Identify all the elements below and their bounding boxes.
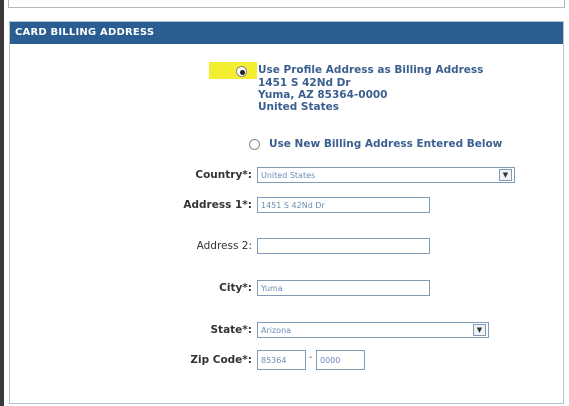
new-address-option-label[interactable]: Use New Billing Address Entered Below [269,138,502,150]
country-select[interactable]: United States ▼ [257,167,515,183]
zip-code-input[interactable]: 85364 [257,350,306,370]
profile-address-line2: Yuma, AZ 85364-0000 [258,89,388,101]
panel-header: CARD BILLING ADDRESS [10,22,563,44]
zip-extension-input-value: 0000 [320,356,341,365]
state-select[interactable]: Arizona ▼ [257,322,489,338]
chevron-down-icon[interactable]: ▼ [473,324,486,336]
address1-label: Address 1*: [183,199,252,211]
address2-input[interactable] [257,238,430,254]
country-label: Country*: [195,169,252,181]
highlight-marker [209,62,257,79]
chevron-down-icon[interactable]: ▼ [499,169,512,181]
panel-title: CARD BILLING ADDRESS [15,27,155,38]
address1-input-value: 1451 S 42Nd Dr [261,201,325,210]
address1-input[interactable]: 1451 S 42Nd Dr [257,197,430,213]
profile-address-radio[interactable] [236,66,247,77]
zip-extension-input[interactable]: 0000 [316,350,365,370]
window-left-border [0,0,4,406]
previous-section-box [8,0,565,8]
country-select-value: United States [261,171,316,180]
profile-address-option-label[interactable]: Use Profile Address as Billing Address [258,64,483,76]
state-label: State*: [210,324,253,336]
city-input[interactable]: Yuma [257,280,430,296]
profile-address-line3: United States [258,101,339,113]
radio-selected-dot [240,70,245,75]
zip-separator: - [309,352,313,363]
zip-code-input-value: 85364 [261,356,287,365]
city-input-value: Yuma [261,284,283,293]
profile-address-line1: 1451 S 42Nd Dr [258,77,351,89]
city-label: City*: [219,282,252,294]
state-select-value: Arizona [261,326,292,335]
new-address-radio[interactable] [249,139,260,150]
address2-label: Address 2: [196,240,252,252]
zip-label: Zip Code*: [190,354,252,366]
